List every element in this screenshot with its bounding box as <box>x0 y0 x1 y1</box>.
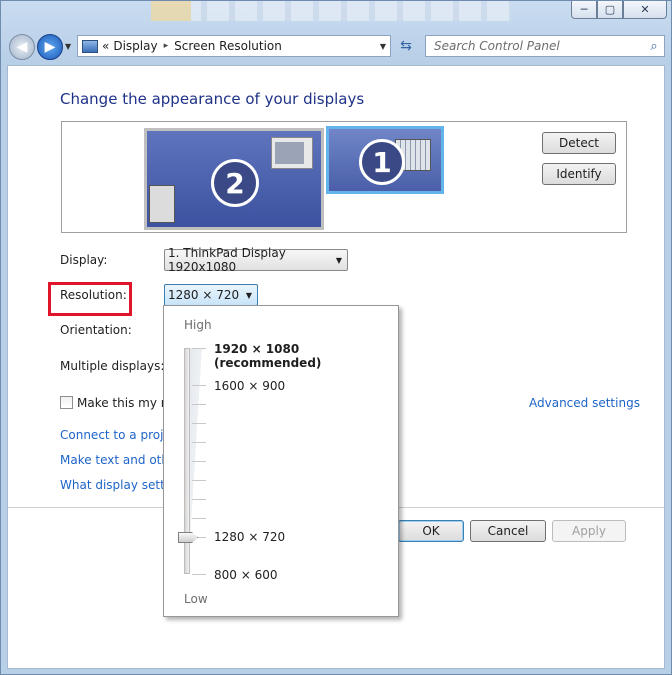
slider-tick <box>192 518 206 519</box>
close-icon: ✕ <box>640 3 650 16</box>
low-label: Low <box>184 592 208 606</box>
resolution-option-1600x900[interactable]: 1600 × 900 <box>214 379 285 393</box>
slider-tick <box>192 404 206 405</box>
search-box[interactable]: ⌕ <box>425 35 665 57</box>
minimize-icon: ─ <box>580 3 588 16</box>
address-dropdown-icon[interactable]: ▼ <box>380 42 386 51</box>
apply-button[interactable]: Apply <box>552 520 626 542</box>
slider-tick <box>192 385 206 386</box>
resolution-highlight-box <box>48 282 132 316</box>
connect-projector-link[interactable]: Connect to a projec <box>60 428 177 442</box>
make-main-display-checkbox[interactable] <box>60 396 73 409</box>
breadcrumb-separator-icon[interactable]: ▸ <box>164 41 169 51</box>
resolution-option-1920x1080[interactable]: 1920 × 1080 (recommended) <box>214 342 398 370</box>
resolution-select[interactable]: 1280 × 720 ▼ <box>164 284 258 306</box>
title-bar[interactable]: ─ ▢ ✕ <box>1 1 671 31</box>
breadcrumb-display[interactable]: Display <box>113 39 157 53</box>
monitor-2[interactable]: 2 <box>144 128 324 230</box>
resolution-option-800x600[interactable]: 800 × 600 <box>214 568 278 582</box>
cancel-button[interactable]: Cancel <box>470 520 546 542</box>
display-select[interactable]: 1. ThinkPad Display 1920x1080 ▼ <box>164 246 348 274</box>
forward-button[interactable]: ▶ <box>37 34 63 60</box>
slider-tick <box>192 348 206 349</box>
search-icon[interactable]: ⌕ <box>644 39 664 54</box>
chevron-down-icon: ▼ <box>245 290 252 300</box>
forward-arrow-icon: ▶ <box>44 39 56 55</box>
resolution-option-1280x720[interactable]: 1280 × 720 <box>214 530 285 544</box>
ok-button[interactable]: OK <box>398 520 464 542</box>
navigation-bar: ◀ ▶ ▼ « Display ▸ Screen Resolution ▼ ⇆ … <box>1 33 671 61</box>
maximize-icon: ▢ <box>604 3 616 16</box>
back-button[interactable]: ◀ <box>9 34 35 60</box>
search-input[interactable] <box>432 38 644 54</box>
control-panel-icon <box>82 39 98 53</box>
maximize-button[interactable]: ▢ <box>597 1 623 19</box>
display-select-value: 1. ThinkPad Display 1920x1080 <box>168 246 286 274</box>
resolution-slider-popup: High 1920 × 1080 (recommended) 1600 × 90… <box>163 305 399 617</box>
multiple-displays-label: Multiple displays: <box>60 359 165 373</box>
back-arrow-icon: ◀ <box>16 39 28 55</box>
window-thumbnail-icon <box>271 137 313 169</box>
slider-tick <box>192 480 206 481</box>
breadcrumb-screen-resolution[interactable]: Screen Resolution <box>174 39 282 53</box>
minimize-button[interactable]: ─ <box>571 1 597 19</box>
slider-tick <box>192 574 206 575</box>
advanced-settings-link[interactable]: Advanced settings <box>529 396 640 410</box>
slider-tick <box>192 423 206 424</box>
refresh-icon: ⇆ <box>400 38 412 54</box>
monitor-1[interactable]: 1 <box>326 126 444 194</box>
chevron-down-icon: ▼ <box>335 255 342 265</box>
monitor-arrangement-panel: 2 1 Detect Identify <box>61 121 627 233</box>
display-label: Display: <box>60 253 108 267</box>
slider-tick <box>192 499 206 500</box>
recent-pages-dropdown[interactable]: ▼ <box>65 42 71 51</box>
slider-tick <box>192 461 206 462</box>
caption-buttons: ─ ▢ ✕ <box>571 1 667 19</box>
refresh-button[interactable]: ⇆ <box>395 35 417 57</box>
page-title: Change the appearance of your displays <box>60 90 365 108</box>
breadcrumb-prefix[interactable]: « <box>102 39 109 53</box>
monitor-2-number: 2 <box>211 159 259 207</box>
identify-button[interactable]: Identify <box>542 163 616 185</box>
resolution-select-value: 1280 × 720 <box>168 288 240 302</box>
high-label: High <box>184 318 212 332</box>
slider-tick <box>192 442 206 443</box>
orientation-label: Orientation: <box>60 323 132 337</box>
address-bar[interactable]: « Display ▸ Screen Resolution ▼ <box>77 35 391 57</box>
detect-button[interactable]: Detect <box>542 132 616 154</box>
monitor-1-number: 1 <box>359 139 405 185</box>
close-button[interactable]: ✕ <box>623 1 667 19</box>
sidebar-thumbnail-icon <box>149 185 175 223</box>
taskbar-blur <box>151 1 511 21</box>
